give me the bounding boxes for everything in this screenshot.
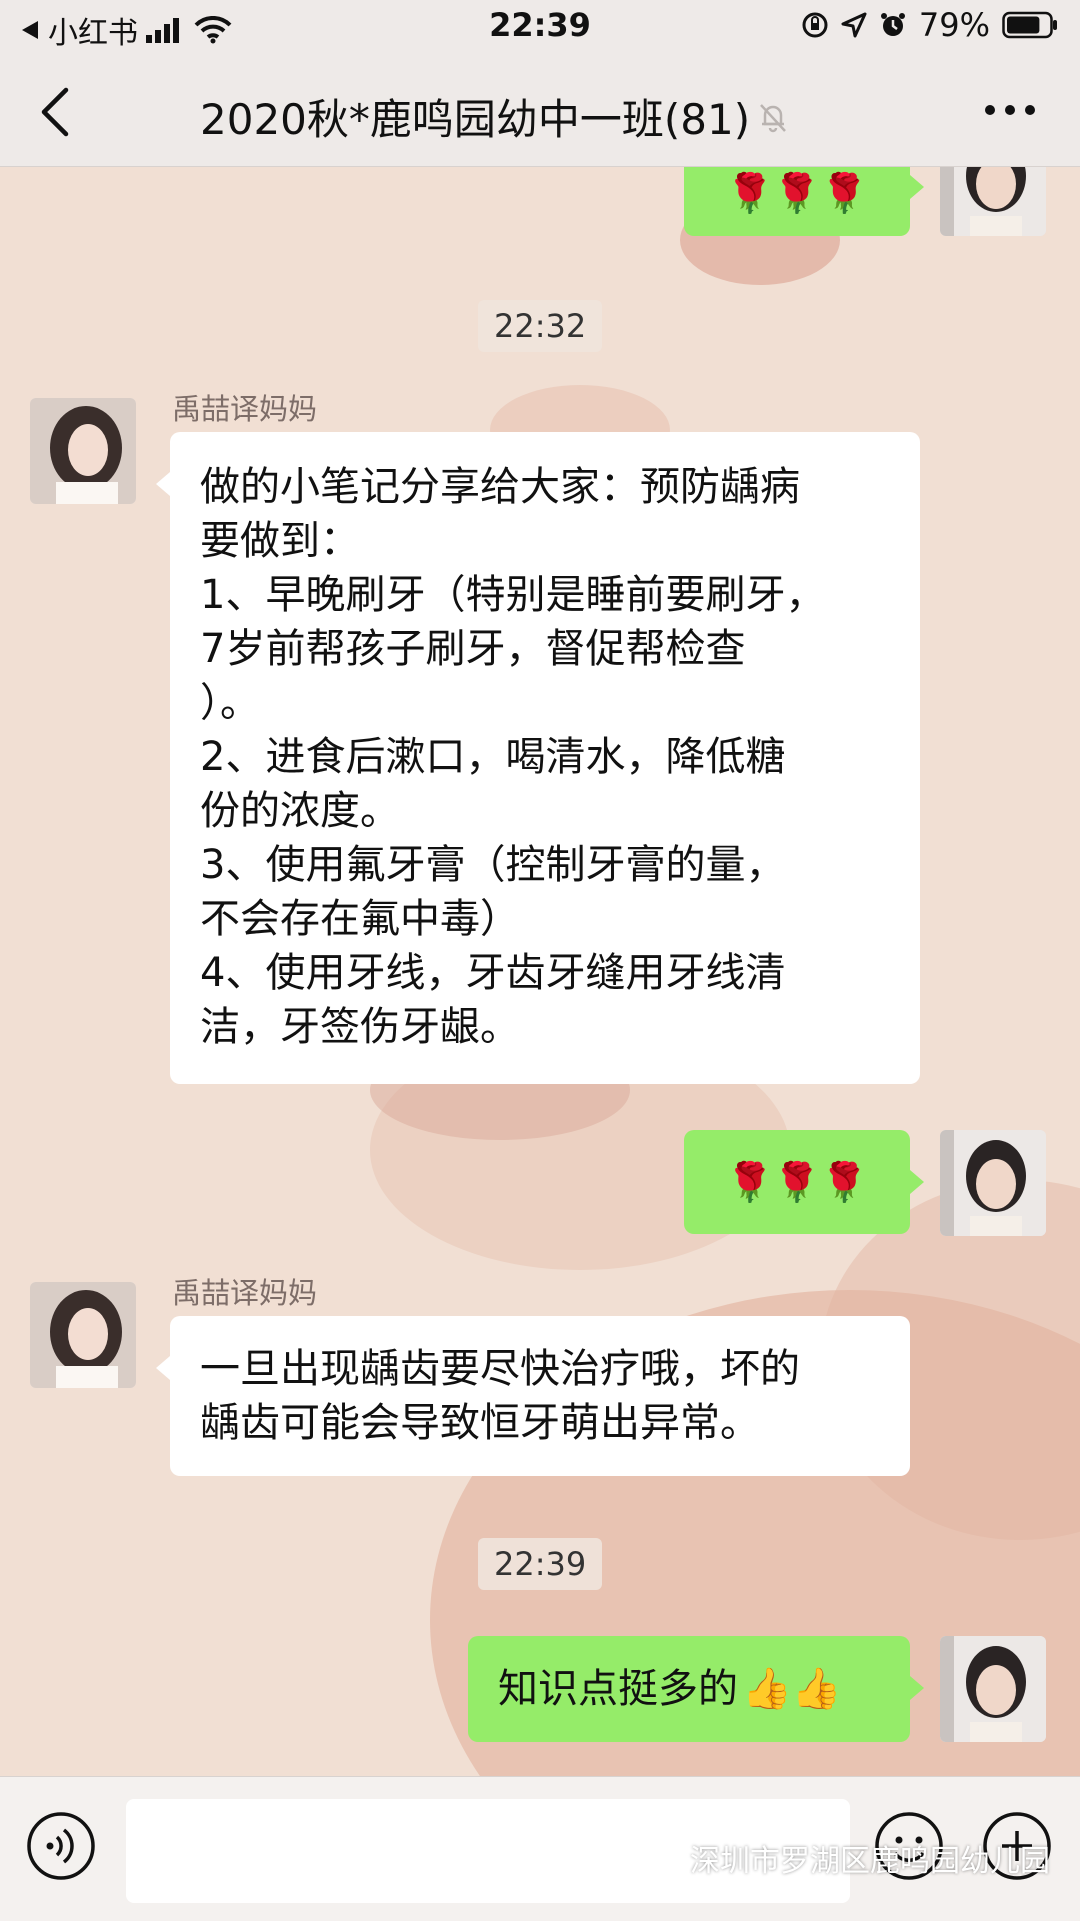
rotation-lock-icon xyxy=(802,12,828,38)
battery-icon xyxy=(1002,11,1057,39)
watermark: 深圳市罗湖区鹿鸣园幼儿园 xyxy=(642,1836,1050,1880)
message-bubble-caries[interactable]: 一旦出现龋齿要尽快治疗哦，坏的 龋齿可能会导致恒牙萌出异常。 xyxy=(170,1316,910,1476)
bubble-tail xyxy=(910,175,924,199)
message-line: 要做到： xyxy=(200,518,360,564)
battery-percent: 79% xyxy=(918,6,990,44)
bubble-tail xyxy=(156,1356,170,1380)
avatar-yu-zheyi-mom[interactable] xyxy=(30,398,136,504)
message-line: 不会存在氟中毒） xyxy=(200,896,520,942)
bubble-tail xyxy=(910,1170,924,1194)
message-line: 洁，牙签伤牙龈。 xyxy=(200,1004,520,1050)
message-bubble-roses[interactable]: 🌹🌹🌹 xyxy=(684,1130,910,1234)
message-line: 做的小笔记分享给大家：预防龋病 xyxy=(200,464,800,510)
avatar-yu-zheyi-mom[interactable] xyxy=(30,1282,136,1388)
message-line: 1、早晚刷牙（特别是睡前要刷牙， xyxy=(200,572,826,618)
message-bubble-notes[interactable]: 做的小笔记分享给大家：预防龋病 要做到： 1、早晚刷牙（特别是睡前要刷牙， 7岁… xyxy=(170,432,920,1084)
avatar-self-image xyxy=(940,1130,1046,1236)
message-line: 7岁前帮孩子刷牙，督促帮检查 xyxy=(200,626,746,672)
wechat-logo-icon xyxy=(642,1843,682,1872)
avatar-self-image xyxy=(940,1636,1046,1742)
chat-header: 2020秋*鹿鸣园幼中一班(81) xyxy=(0,56,1080,167)
avatar-self[interactable] xyxy=(940,1130,1046,1236)
message-text: 知识点挺多的 xyxy=(498,1666,738,1712)
sender-name: 禹喆译妈妈 xyxy=(172,392,318,426)
group-title: 2020秋*鹿鸣园幼中一班(81) xyxy=(200,86,880,147)
message-line: 3、使用氟牙膏（控制牙膏的量， xyxy=(200,842,786,888)
sender-name: 禹喆译妈妈 xyxy=(172,1276,318,1310)
timestamp: 22:39 xyxy=(478,1538,603,1590)
message-line: 2、进食后漱口，喝清水，降低糖 xyxy=(200,734,786,780)
message-line: 份的浓度。 xyxy=(200,788,400,834)
bubble-tail xyxy=(156,472,170,496)
message-line: 4、使用牙线，牙齿牙缝用牙线清 xyxy=(200,950,786,996)
back-arrow-icon[interactable] xyxy=(32,84,82,140)
status-bar: 小红书 22:39 79% xyxy=(0,0,1080,56)
bubble-tail xyxy=(910,1676,924,1700)
voice-icon[interactable] xyxy=(26,1811,96,1881)
mute-bell-icon xyxy=(760,103,787,132)
message-line: 龋齿可能会导致恒牙萌出异常。 xyxy=(200,1400,760,1446)
message-line: ）。 xyxy=(200,680,260,726)
avatar-mom-image xyxy=(30,398,136,504)
thumbs-up-emojis: 👍👍 xyxy=(742,1666,842,1712)
more-icon[interactable] xyxy=(980,92,1040,128)
alarm-icon xyxy=(880,13,905,36)
rose-emojis: 🌹🌹🌹 xyxy=(726,1160,868,1204)
watermark-text: 深圳市罗湖区鹿鸣园幼儿园 xyxy=(690,1844,1050,1879)
avatar-mom-image xyxy=(30,1282,136,1388)
timestamp: 22:32 xyxy=(478,300,603,352)
message-line: 一旦出现龋齿要尽快治疗哦，坏的 xyxy=(200,1346,800,1392)
location-icon xyxy=(841,12,867,38)
avatar-self[interactable] xyxy=(940,1636,1046,1742)
message-bubble-knowledge[interactable]: 知识点挺多的 👍👍 xyxy=(468,1636,910,1742)
group-title-text: 2020秋*鹿鸣园幼中一班(81) xyxy=(200,95,751,144)
